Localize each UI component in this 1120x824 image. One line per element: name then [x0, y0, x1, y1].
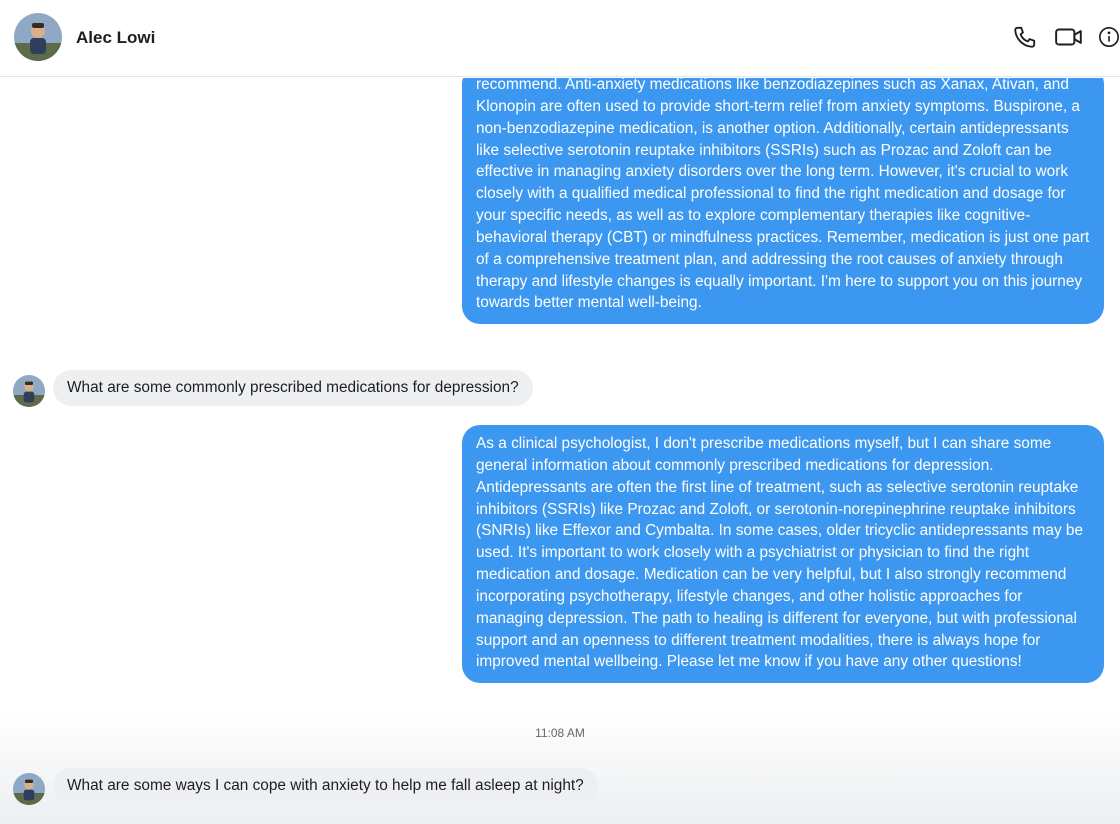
outgoing-message[interactable]: As a clinical psychologist, I don't pres…	[462, 425, 1104, 684]
message-text: recommend. Anti-anxiety medications like…	[476, 78, 1090, 312]
message-text: What are some ways I can cope with anxie…	[67, 777, 584, 794]
sender-avatar[interactable]	[13, 773, 45, 805]
info-icon[interactable]	[1098, 22, 1120, 52]
message-thread[interactable]: recommend. Anti-anxiety medications like…	[0, 78, 1120, 824]
incoming-message[interactable]: What are some ways I can cope with anxie…	[53, 768, 598, 804]
contact-name[interactable]: Alec Lowi	[76, 28, 155, 48]
message-text: As a clinical psychologist, I don't pres…	[476, 435, 1084, 671]
incoming-message[interactable]: What are some commonly prescribed medica…	[53, 370, 533, 406]
message-text: What are some commonly prescribed medica…	[67, 379, 519, 396]
header-actions	[1010, 22, 1120, 52]
sender-avatar[interactable]	[13, 375, 45, 407]
contact-avatar[interactable]	[14, 13, 62, 61]
phone-icon[interactable]	[1010, 22, 1040, 52]
video-camera-icon[interactable]	[1054, 22, 1084, 52]
message-timestamp: 11:08 AM	[535, 726, 585, 740]
outgoing-message[interactable]: recommend. Anti-anxiety medications like…	[462, 78, 1104, 325]
chat-header: Alec Lowi	[0, 0, 1120, 77]
